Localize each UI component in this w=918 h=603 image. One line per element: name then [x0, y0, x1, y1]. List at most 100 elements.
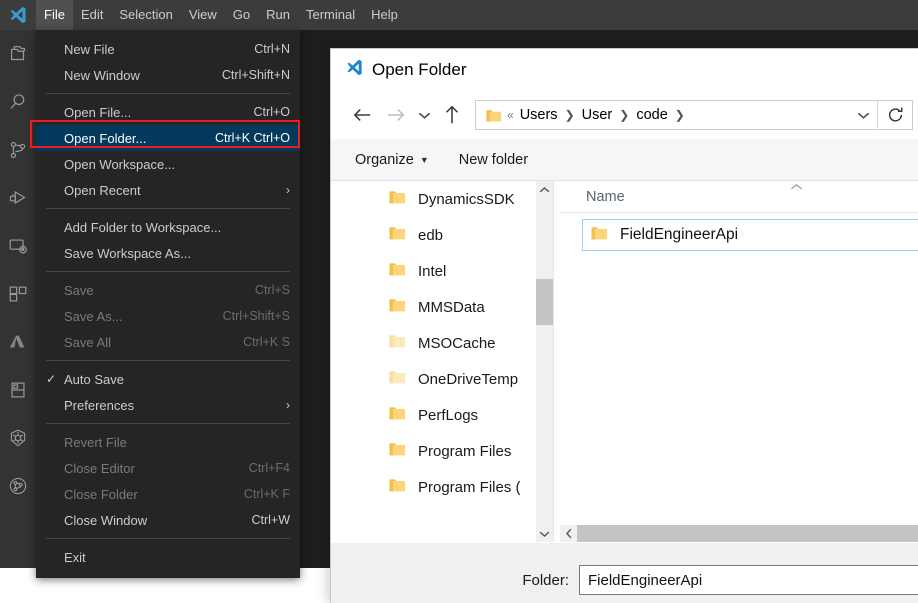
extensions-icon[interactable] — [0, 270, 36, 318]
chevron-right-icon[interactable]: ❯ — [617, 108, 631, 122]
menu-item-close-folder: Close Folder Ctrl+K F — [36, 481, 300, 507]
tree-item[interactable]: Program Files — [331, 433, 553, 469]
tree-item[interactable]: Program Files ( — [331, 469, 553, 505]
menu-item-new-file[interactable]: New File Ctrl+N — [36, 36, 300, 62]
dialog-navigation-bar: « Users ❯ User ❯ code ❯ — [331, 91, 918, 139]
tree-item-label: Program Files ( — [418, 478, 521, 496]
menu-item-close-window[interactable]: Close Window Ctrl+W — [36, 507, 300, 533]
menu-item-label: Open Folder... — [64, 130, 147, 146]
menu-item-preferences[interactable]: Preferences › — [36, 392, 300, 418]
tree-item-label: PerfLogs — [418, 406, 479, 424]
tree-item[interactable]: OneDriveTemp — [331, 361, 553, 397]
chevron-up-icon[interactable] — [536, 181, 553, 198]
chevron-down-icon[interactable] — [536, 525, 553, 542]
tree-item[interactable]: DynamicsSDK — [331, 181, 553, 217]
database-box-icon[interactable] — [0, 366, 36, 414]
menubar-item-terminal[interactable]: Terminal — [298, 0, 363, 30]
menu-separator — [46, 93, 290, 94]
chevron-right-icon[interactable]: ❯ — [673, 108, 687, 122]
menu-separator — [46, 423, 290, 424]
menubar-label: Go — [232, 7, 251, 22]
address-bar[interactable]: « Users ❯ User ❯ code ❯ — [475, 100, 913, 130]
menu-item-auto-save[interactable]: ✓ Auto Save — [36, 366, 300, 392]
menu-item-open-recent[interactable]: Open Recent › — [36, 177, 300, 203]
gitlens-icon[interactable] — [0, 462, 36, 510]
chevron-right-icon[interactable]: ❯ — [563, 108, 577, 122]
explorer-files-icon[interactable] — [0, 30, 36, 78]
file-list-column-header[interactable]: Name — [560, 181, 918, 213]
menu-item-accelerator: Ctrl+W — [251, 513, 290, 527]
arrow-left-icon[interactable] — [345, 98, 379, 132]
menubar-item-run[interactable]: Run — [258, 0, 298, 30]
menu-item-save-workspace-as[interactable]: Save Workspace As... — [36, 240, 300, 266]
menu-item-accelerator: Ctrl+K F — [243, 487, 290, 501]
scrollbar-thumb[interactable] — [577, 525, 918, 542]
organize-label: Organize — [355, 151, 414, 168]
folder-icon — [482, 108, 506, 123]
menu-item-accelerator: Ctrl+Shift+S — [222, 309, 290, 323]
run-and-debug-icon[interactable] — [0, 174, 36, 222]
caret-down-icon: ▼ — [419, 154, 429, 165]
menu-item-revert-file: Revert File — [36, 429, 300, 455]
menubar-item-edit[interactable]: Edit — [73, 0, 111, 30]
folder-input[interactable]: FieldEngineerApi — [579, 565, 918, 595]
azure-icon[interactable] — [0, 318, 36, 366]
menubar-item-help[interactable]: Help — [363, 0, 406, 30]
file-list-row[interactable]: FieldEngineerApi — [582, 219, 918, 251]
scrollbar-thumb[interactable] — [536, 279, 553, 325]
tree-item[interactable]: MMSData — [331, 289, 553, 325]
chevron-right-icon: › — [286, 398, 290, 412]
menubar-label: File — [44, 7, 65, 22]
breadcrumb-item-users[interactable]: Users — [515, 107, 563, 123]
breadcrumb-overflow[interactable]: « — [506, 108, 515, 122]
folder-icon — [389, 225, 406, 245]
kubernetes-icon[interactable] — [0, 414, 36, 462]
menu-item-add-folder-to-workspace[interactable]: Add Folder to Workspace... — [36, 214, 300, 240]
address-dropdown-chevron-down-icon[interactable] — [849, 101, 877, 129]
navigation-pane-scrollbar[interactable] — [536, 181, 553, 542]
menu-separator — [46, 208, 290, 209]
menubar-item-selection[interactable]: Selection — [111, 0, 180, 30]
tree-item[interactable]: Intel — [331, 253, 553, 289]
menu-item-new-window[interactable]: New Window Ctrl+Shift+N — [36, 62, 300, 88]
menu-item-label: Open Recent — [64, 182, 141, 198]
breadcrumb-item-user[interactable]: User — [577, 107, 618, 123]
menubar-item-go[interactable]: Go — [225, 0, 258, 30]
tree-item[interactable]: MSOCache — [331, 325, 553, 361]
menubar-item-view[interactable]: View — [181, 0, 225, 30]
menu-separator — [46, 271, 290, 272]
menu-item-accelerator: Ctrl+O — [253, 105, 290, 119]
pane-splitter[interactable] — [553, 181, 560, 542]
menu-item-label: Exit — [64, 549, 86, 565]
menu-item-label: Close Window — [64, 512, 148, 528]
source-control-branch-icon[interactable] — [0, 126, 36, 174]
tree-item[interactable]: PerfLogs — [331, 397, 553, 433]
menu-bar: File Edit Selection View Go Run Terminal… — [36, 0, 406, 30]
menu-item-open-file[interactable]: Open File... Ctrl+O — [36, 99, 300, 125]
menu-item-save: Save Ctrl+S — [36, 277, 300, 303]
menu-item-open-workspace[interactable]: Open Workspace... — [36, 151, 300, 177]
folder-name-row: Folder: FieldEngineerApi — [331, 565, 918, 595]
menu-item-label: Save Workspace As... — [64, 245, 191, 261]
search-icon[interactable] — [0, 78, 36, 126]
breadcrumb-item-code[interactable]: code — [631, 107, 672, 123]
organize-button[interactable]: Organize ▼ — [355, 152, 429, 168]
remote-explorer-icon[interactable] — [0, 222, 36, 270]
refresh-icon[interactable] — [877, 100, 912, 130]
menubar-item-file[interactable]: File — [36, 0, 73, 30]
menu-item-open-folder[interactable]: Open Folder... Ctrl+K Ctrl+O — [36, 125, 300, 151]
chevron-down-icon[interactable] — [413, 98, 435, 132]
chevron-left-icon[interactable] — [560, 525, 577, 542]
new-folder-button[interactable]: New folder — [459, 152, 528, 168]
arrow-up-icon[interactable] — [435, 98, 469, 132]
menu-item-exit[interactable]: Exit — [36, 544, 300, 570]
dialog-title: Open Folder — [372, 60, 467, 79]
arrow-right-icon — [379, 98, 413, 132]
tree-item-label: DynamicsSDK — [418, 190, 515, 208]
file-list-horizontal-scrollbar[interactable] — [560, 525, 918, 542]
tree-item[interactable]: edb — [331, 217, 553, 253]
tree-item-label: Intel — [418, 262, 447, 280]
menu-item-label: Add Folder to Workspace... — [64, 219, 222, 235]
file-menu-dropdown[interactable]: New File Ctrl+N New Window Ctrl+Shift+N … — [36, 30, 300, 578]
menu-item-label: Close Folder — [64, 486, 138, 502]
